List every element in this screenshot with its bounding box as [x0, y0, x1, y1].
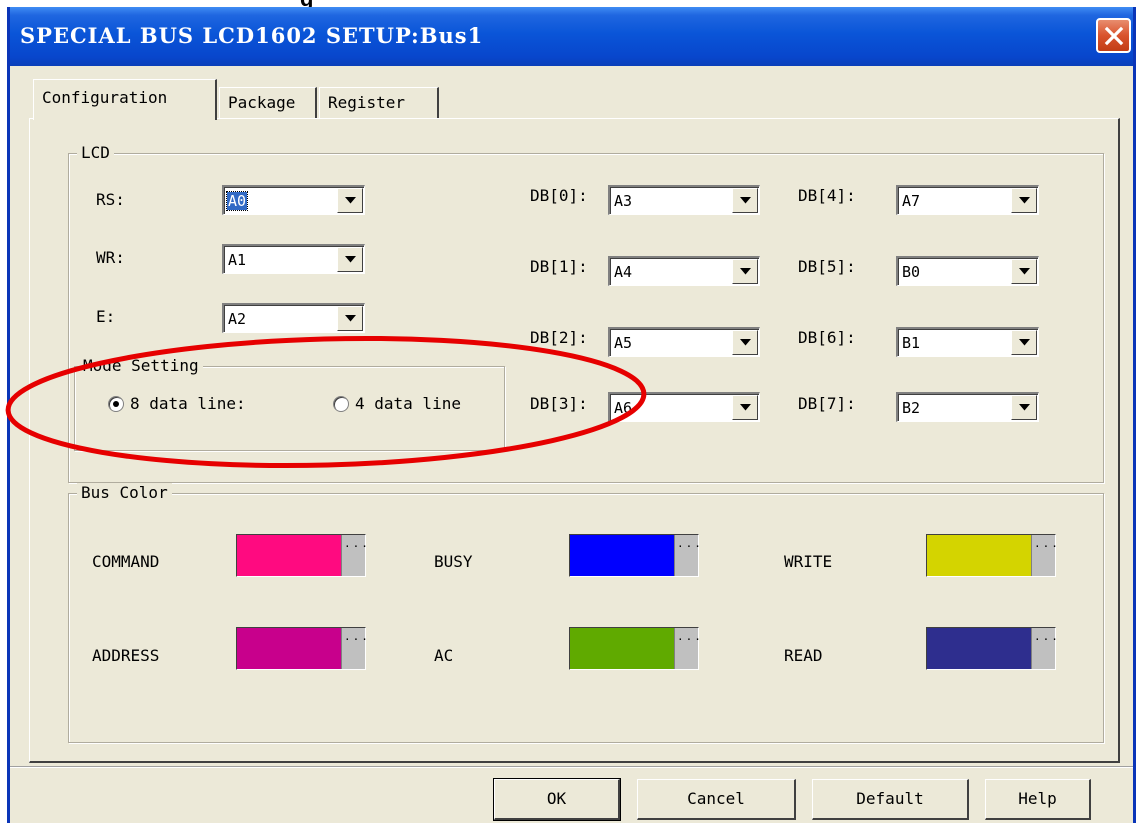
- read-color-fill: [927, 628, 1031, 669]
- address-color-picker[interactable]: ...: [236, 627, 368, 670]
- chevron-down-icon[interactable]: [1011, 330, 1037, 355]
- db2-label: DB[2]:: [530, 328, 588, 347]
- db2-select[interactable]: A5: [608, 327, 760, 357]
- tab-label: Register: [328, 93, 406, 112]
- ellipsis-icon[interactable]: ...: [1031, 535, 1058, 576]
- address-color-fill: [237, 628, 341, 669]
- ellipsis-icon[interactable]: ...: [341, 535, 368, 576]
- tab-label: Package: [228, 93, 296, 112]
- ellipsis-icon[interactable]: ...: [341, 628, 368, 669]
- e-select[interactable]: A2: [222, 303, 365, 333]
- lcd1602-setup-dialog: SPECIAL BUS LCD1602 SETUP:Bus1 Configura…: [7, 7, 1136, 823]
- bus-color-group: Bus Color: [68, 483, 1104, 743]
- default-button[interactable]: Default: [812, 779, 969, 820]
- ellipsis-icon[interactable]: ...: [674, 628, 701, 669]
- db6-label: DB[6]:: [798, 328, 856, 347]
- wr-select[interactable]: A1: [222, 244, 365, 274]
- ac-label: AC: [434, 646, 454, 665]
- db0-value: A3: [614, 192, 633, 210]
- db3-label: DB[3]:: [530, 394, 588, 413]
- busy-color-fill: [570, 535, 674, 576]
- db3-value: A6: [614, 399, 633, 417]
- db1-value: A4: [614, 263, 633, 281]
- db1-select[interactable]: A4: [608, 256, 760, 286]
- db0-select[interactable]: A3: [608, 185, 760, 215]
- db0-label: DB[0]:: [530, 186, 588, 205]
- e-label: E:: [96, 307, 116, 326]
- radio-8-data-line-label[interactable]: 8 data line:: [130, 394, 246, 414]
- title-bar[interactable]: SPECIAL BUS LCD1602 SETUP:Bus1: [10, 7, 1133, 66]
- db7-label: DB[7]:: [798, 394, 856, 413]
- chevron-down-icon[interactable]: [732, 330, 758, 355]
- window-title: SPECIAL BUS LCD1602 SETUP:Bus1: [20, 23, 484, 48]
- divider: [10, 766, 1133, 768]
- close-icon: [1104, 26, 1123, 45]
- db7-value: B2: [902, 399, 921, 417]
- rs-select[interactable]: A0: [222, 185, 365, 215]
- rs-value: A0: [225, 191, 249, 211]
- db3-select[interactable]: A6: [608, 392, 760, 422]
- db4-value: A7: [902, 192, 921, 210]
- read-color-picker[interactable]: ...: [926, 627, 1058, 670]
- chevron-down-icon[interactable]: [337, 306, 363, 331]
- write-label: WRITE: [784, 552, 833, 571]
- ac-color-picker[interactable]: ...: [569, 627, 701, 670]
- chevron-down-icon[interactable]: [732, 188, 758, 213]
- db5-select[interactable]: B0: [896, 256, 1039, 286]
- bus-color-legend: Bus Color: [77, 483, 172, 503]
- chevron-down-icon[interactable]: [1011, 259, 1037, 284]
- chevron-down-icon[interactable]: [337, 188, 363, 213]
- radio-4-data-line-label[interactable]: 4 data line: [355, 394, 491, 414]
- cancel-button[interactable]: Cancel: [637, 779, 796, 820]
- db4-select[interactable]: A7: [896, 185, 1039, 215]
- mode-setting-legend: Mode Setting: [79, 356, 203, 376]
- busy-color-picker[interactable]: ...: [569, 534, 701, 577]
- db1-label: DB[1]:: [530, 257, 588, 276]
- radio-8-data-line[interactable]: [108, 396, 124, 412]
- db6-select[interactable]: B1: [896, 327, 1039, 357]
- lcd-group-legend: LCD: [77, 143, 114, 163]
- help-button[interactable]: Help: [985, 779, 1091, 820]
- chevron-down-icon[interactable]: [337, 247, 363, 272]
- db5-value: B0: [902, 263, 921, 281]
- radio-dot: [113, 401, 119, 407]
- db5-label: DB[5]:: [798, 257, 856, 276]
- tab-package[interactable]: Package: [219, 87, 317, 119]
- write-color-picker[interactable]: ...: [926, 534, 1058, 577]
- tab-label: Configuration: [42, 88, 168, 107]
- db7-select[interactable]: B2: [896, 392, 1039, 422]
- tab-register[interactable]: Register: [319, 87, 439, 119]
- radio-4-data-line[interactable]: [333, 396, 349, 412]
- rs-label: RS:: [96, 190, 125, 209]
- address-label: ADDRESS: [92, 646, 160, 665]
- command-label: COMMAND: [92, 552, 160, 571]
- ellipsis-icon[interactable]: ...: [674, 535, 701, 576]
- ac-color-fill: [570, 628, 674, 669]
- chevron-down-icon[interactable]: [732, 259, 758, 284]
- chevron-down-icon[interactable]: [1011, 395, 1037, 420]
- chevron-down-icon[interactable]: [732, 395, 758, 420]
- e-value: A2: [228, 310, 247, 328]
- db6-value: B1: [902, 334, 921, 352]
- configuration-panel: LCD RS: A0 WR: A1 E: A2 Mode Setting 8 d…: [29, 118, 1120, 763]
- write-color-fill: [927, 535, 1031, 576]
- busy-label: BUSY: [434, 552, 473, 571]
- read-label: READ: [784, 646, 823, 665]
- wr-label: WR:: [96, 248, 125, 267]
- command-color-fill: [237, 535, 341, 576]
- db2-value: A5: [614, 334, 633, 352]
- wr-value: A1: [228, 251, 247, 269]
- tab-configuration[interactable]: Configuration: [33, 79, 217, 120]
- db4-label: DB[4]:: [798, 186, 856, 205]
- ellipsis-icon[interactable]: ...: [1031, 628, 1058, 669]
- chevron-down-icon[interactable]: [1011, 188, 1037, 213]
- ok-button[interactable]: OK: [493, 778, 621, 821]
- close-button[interactable]: [1096, 18, 1131, 53]
- command-color-picker[interactable]: ...: [236, 534, 368, 577]
